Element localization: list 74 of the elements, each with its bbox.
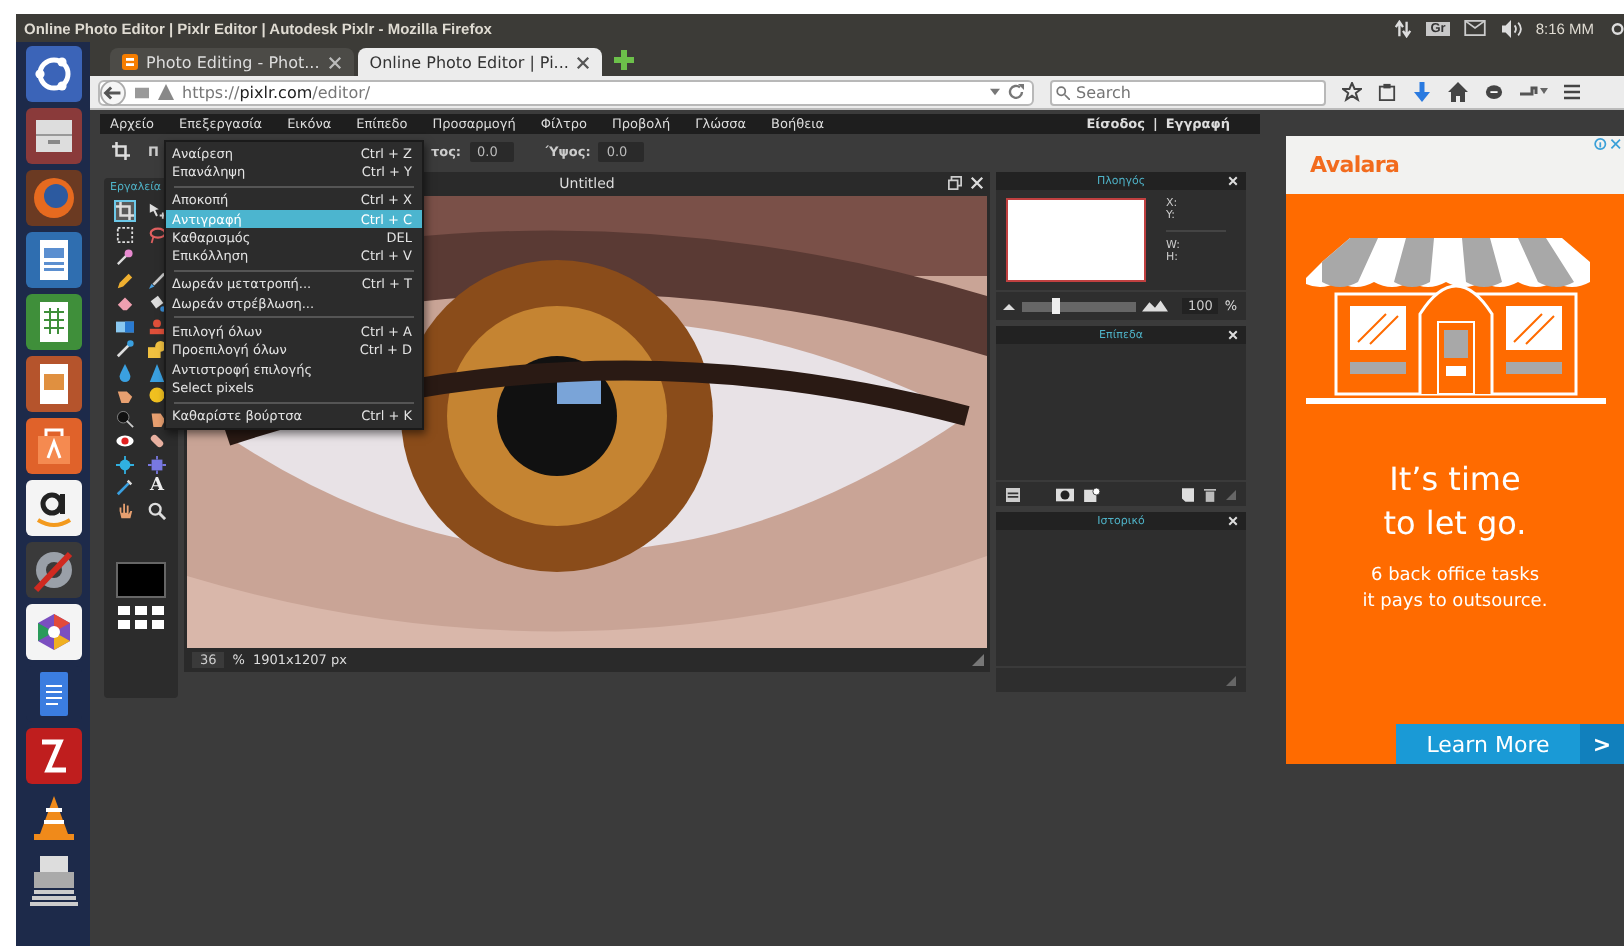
crop-icon (112, 142, 130, 160)
zoom-slider[interactable] (1022, 301, 1136, 311)
volume-icon[interactable] (1499, 19, 1522, 37)
reload-icon[interactable] (1008, 84, 1024, 100)
presentation-icon[interactable] (25, 356, 81, 412)
restore-icon[interactable] (948, 176, 962, 190)
resize-grip-icon[interactable] (1226, 675, 1236, 685)
search-icon (1056, 85, 1070, 99)
resize-grip-icon[interactable] (972, 654, 984, 666)
drawer-icon[interactable] (25, 108, 81, 164)
document-icon[interactable] (25, 232, 81, 288)
eraser-tool[interactable] (114, 292, 136, 315)
dodge-tool[interactable] (114, 407, 136, 430)
new-tab-icon[interactable] (614, 49, 635, 69)
ad-headline: It’s time to let go. (1381, 458, 1529, 546)
brand-logo: Avalara (1310, 152, 1400, 178)
globe-icon[interactable] (25, 170, 81, 226)
circle-logo-icon[interactable] (25, 46, 81, 102)
shopping-bag-icon[interactable] (25, 418, 81, 474)
download-icon[interactable] (1412, 82, 1432, 102)
grid-icon[interactable] (118, 606, 164, 630)
settings-icon[interactable] (1608, 19, 1624, 37)
back-button[interactable] (100, 79, 126, 105)
dropper-tool[interactable] (114, 338, 136, 361)
stamp-tool[interactable] (146, 315, 168, 338)
next-button[interactable]: > (1580, 724, 1624, 764)
warning-icon (158, 84, 174, 100)
pencil-tool[interactable] (114, 269, 136, 292)
url-text: https://pixlr.com/editor/ (182, 83, 371, 101)
page-icon (134, 85, 150, 99)
sponge-tool[interactable] (146, 384, 168, 407)
spreadsheet-icon[interactable] (25, 294, 81, 350)
marquee-tool[interactable] (114, 223, 136, 246)
printer-icon[interactable] (25, 852, 81, 908)
star-icon[interactable] (1342, 82, 1362, 102)
crop-tool[interactable] (114, 200, 136, 223)
large-mountain-icon[interactable] (1142, 300, 1168, 312)
trash-icon[interactable] (1204, 487, 1216, 501)
mask-icon[interactable] (1056, 487, 1074, 501)
small-mountain-icon[interactable] (1002, 303, 1016, 309)
pipette-tool[interactable] (114, 476, 136, 499)
clipboard-icon[interactable] (1378, 82, 1396, 102)
lasso-tool[interactable] (146, 223, 168, 246)
zigzag-icon[interactable] (25, 728, 81, 784)
layer-settings-icon[interactable] (1006, 487, 1020, 501)
resize-grip-icon[interactable] (1226, 489, 1236, 499)
color-swatch[interactable] (116, 562, 166, 598)
favicon-icon (122, 54, 138, 70)
close-icon[interactable] (576, 55, 591, 69)
network-arrows-icon[interactable] (1394, 19, 1413, 37)
arrow-tool[interactable] (146, 200, 168, 223)
type-tool[interactable]: A (146, 476, 168, 499)
new-layer-icon[interactable] (1182, 487, 1194, 501)
search-field[interactable]: Search (1050, 79, 1326, 105)
zoom-tool[interactable] (146, 499, 168, 522)
hand-tool[interactable] (114, 499, 136, 522)
browser-tab[interactable]: Photo Editing - Phot... (110, 48, 354, 76)
browser-tab[interactable]: Online Photo Editor | Pi... (357, 48, 603, 76)
menu-icon[interactable] (1564, 84, 1580, 100)
layer-style-icon[interactable] (1084, 487, 1100, 501)
pinch-tool[interactable] (146, 453, 168, 476)
ad-text: 6 back office tasks it pays to outsource. (1360, 564, 1550, 616)
triangle-tool[interactable] (146, 361, 168, 384)
drop-tool[interactable] (114, 361, 136, 384)
navigator-thumbnail (1006, 198, 1146, 282)
bucket-tool[interactable] (146, 292, 168, 315)
home-icon[interactable] (1448, 82, 1468, 102)
smile-arc-icon[interactable] (25, 480, 81, 536)
mail-icon[interactable] (1463, 20, 1486, 36)
dropdown-icon[interactable] (990, 88, 1000, 96)
adchoices-icon[interactable] (1594, 138, 1622, 150)
wrench-icon[interactable] (25, 542, 81, 598)
wand-tool[interactable] (114, 246, 136, 269)
bloat-tool[interactable] (114, 453, 136, 476)
